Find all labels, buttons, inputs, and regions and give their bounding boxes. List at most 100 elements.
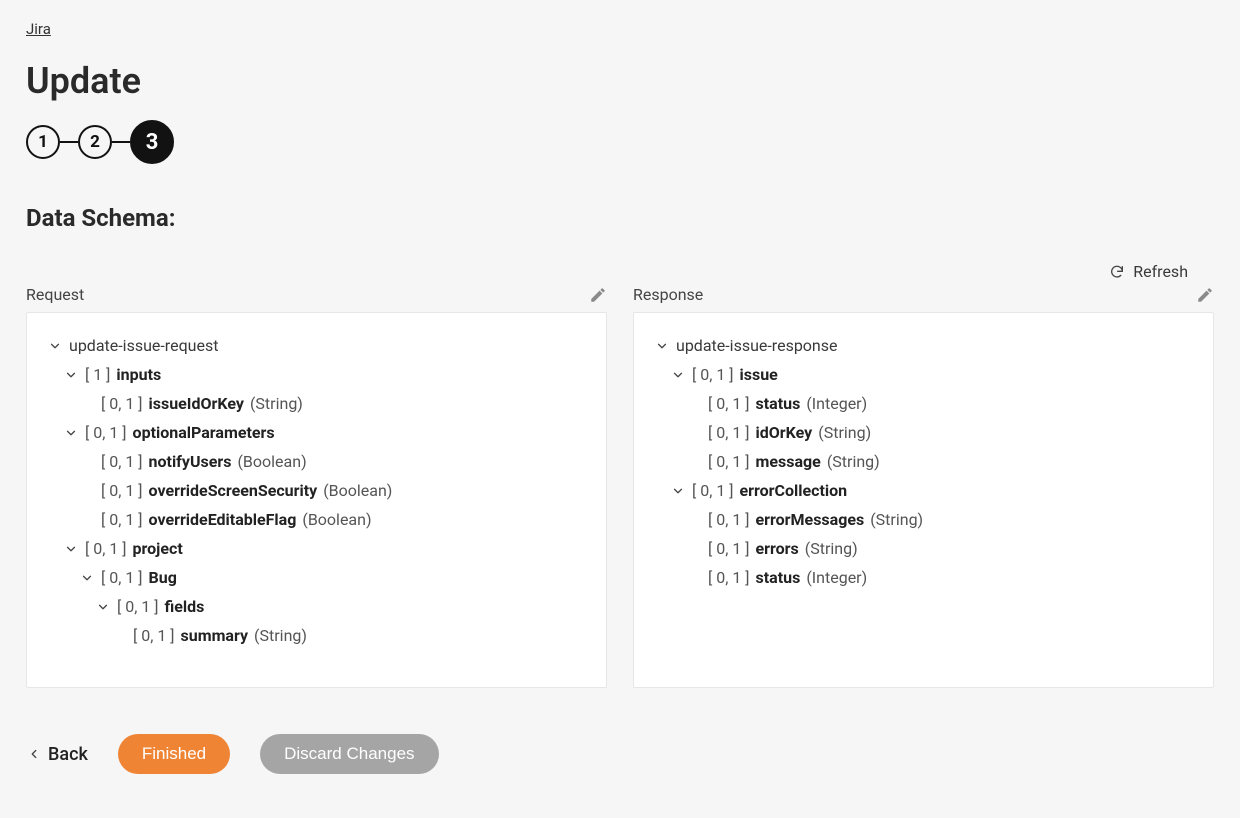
stepper: 1 2 3 <box>26 120 1214 164</box>
tree-node-type: (Boolean) <box>237 452 306 471</box>
tree-node-message[interactable]: [ 0, 1 ] message (String) <box>654 447 1193 476</box>
refresh-label: Refresh <box>1133 262 1188 281</box>
tree-node-idOrKey[interactable]: [ 0, 1 ] idOrKey (String) <box>654 418 1193 447</box>
response-title: Response <box>633 285 703 304</box>
tree-node-notifyUsers[interactable]: [ 0, 1 ] notifyUsers (Boolean) <box>47 447 586 476</box>
tree-node-cardinality: [ 0, 1 ] <box>101 452 143 471</box>
pencil-icon <box>589 286 607 304</box>
tree-node-optionalParameters[interactable]: [ 0, 1 ] optionalParameters <box>47 418 586 447</box>
tree-node-name: message <box>756 452 821 471</box>
section-title: Data Schema: <box>26 204 1214 232</box>
request-panel: update-issue-request [ 1 ] inputs [ 0, 1… <box>26 312 607 688</box>
tree-node-errors[interactable]: [ 0, 1 ] errors (String) <box>654 534 1193 563</box>
chevron-down-icon <box>654 338 670 354</box>
tree-node-errorCollection[interactable]: [ 0, 1 ] errorCollection <box>654 476 1193 505</box>
tree-node-name: notifyUsers <box>149 452 232 471</box>
tree-node-cardinality: [ 0, 1 ] <box>101 568 143 587</box>
tree-node-name: summary <box>181 626 249 645</box>
step-2[interactable]: 2 <box>78 125 112 159</box>
tree-node-type: (Integer) <box>806 568 867 587</box>
tree-node-cardinality: [ 0, 1 ] <box>101 481 143 500</box>
step-connector <box>60 141 78 143</box>
response-panel: update-issue-response [ 0, 1 ] issue [ 0… <box>633 312 1214 688</box>
tree-node-name: inputs <box>116 365 161 384</box>
tree-node-ec-status[interactable]: [ 0, 1 ] status (Integer) <box>654 563 1193 592</box>
tree-node-errorMessages[interactable]: [ 0, 1 ] errorMessages (String) <box>654 505 1193 534</box>
tree-node-name: status <box>756 394 801 413</box>
tree-node-name: errorCollection <box>740 481 848 500</box>
tree-node-type: (Integer) <box>806 394 867 413</box>
tree-node-issue[interactable]: [ 0, 1 ] issue <box>654 360 1193 389</box>
step-1[interactable]: 1 <box>26 125 60 159</box>
tree-node-cardinality: [ 0, 1 ] <box>133 626 175 645</box>
tree-node-root[interactable]: update-issue-request <box>47 331 586 360</box>
tree-node-cardinality: [ 0, 1 ] <box>85 423 127 442</box>
tree-node-name: fields <box>165 597 205 616</box>
tree-node-issueIdOrKey[interactable]: [ 0, 1 ] issueIdOrKey (String) <box>47 389 586 418</box>
tree-node-cardinality: [ 0, 1 ] <box>85 539 127 558</box>
breadcrumb-link-jira[interactable]: Jira <box>26 20 51 38</box>
chevron-left-icon <box>26 746 42 762</box>
tree-node-type: (String) <box>870 510 923 529</box>
chevron-down-icon <box>63 541 79 557</box>
tree-node-cardinality: [ 0, 1 ] <box>708 394 750 413</box>
chevron-down-icon <box>95 599 111 615</box>
tree-node-bug[interactable]: [ 0, 1 ] Bug <box>47 563 586 592</box>
chevron-down-icon <box>670 367 686 383</box>
tree-node-type: (String) <box>818 423 871 442</box>
chevron-down-icon <box>47 338 63 354</box>
tree-node-name: errorMessages <box>756 510 865 529</box>
tree-node-fields[interactable]: [ 0, 1 ] fields <box>47 592 586 621</box>
tree-node-name: idOrKey <box>756 423 813 442</box>
tree-node-cardinality: [ 0, 1 ] <box>708 510 750 529</box>
tree-node-type: (String) <box>827 452 880 471</box>
back-label: Back <box>48 744 88 765</box>
tree-node-cardinality: [ 0, 1 ] <box>708 452 750 471</box>
request-title: Request <box>26 285 84 304</box>
tree-node-name: issue <box>740 365 778 384</box>
tree-node-name: optionalParameters <box>133 423 275 442</box>
pencil-icon <box>1196 286 1214 304</box>
request-column: Request update-issue-request [ 1 ] input… <box>26 285 607 688</box>
tree-node-name: overrideEditableFlag <box>149 510 297 529</box>
refresh-button[interactable]: Refresh <box>26 262 1214 281</box>
tree-node-cardinality: [ 0, 1 ] <box>692 481 734 500</box>
page-title: Update <box>26 60 1214 102</box>
tree-node-root[interactable]: update-issue-response <box>654 331 1193 360</box>
tree-node-summary[interactable]: [ 0, 1 ] summary (String) <box>47 621 586 650</box>
tree-node-cardinality: [ 0, 1 ] <box>708 539 750 558</box>
tree-node-status[interactable]: [ 0, 1 ] status (Integer) <box>654 389 1193 418</box>
tree-node-cardinality: [ 0, 1 ] <box>117 597 159 616</box>
discard-changes-button[interactable]: Discard Changes <box>260 734 438 774</box>
tree-node-overrideScreenSecurity[interactable]: [ 0, 1 ] overrideScreenSecurity (Boolean… <box>47 476 586 505</box>
breadcrumb: Jira <box>26 20 1214 38</box>
tree-node-type: (String) <box>254 626 307 645</box>
tree-node-cardinality: [ 0, 1 ] <box>708 423 750 442</box>
refresh-icon <box>1109 264 1125 280</box>
tree-node-type: (Boolean) <box>323 481 392 500</box>
tree-node-cardinality: [ 0, 1 ] <box>101 394 143 413</box>
edit-request-button[interactable] <box>589 286 607 304</box>
step-3[interactable]: 3 <box>130 120 174 164</box>
finished-button[interactable]: Finished <box>118 734 230 774</box>
tree-node-inputs[interactable]: [ 1 ] inputs <box>47 360 586 389</box>
tree-node-name: issueIdOrKey <box>149 394 244 413</box>
tree-node-type: (String) <box>250 394 303 413</box>
tree-node-name: project <box>133 539 183 558</box>
tree-node-type: (String) <box>805 539 858 558</box>
edit-response-button[interactable] <box>1196 286 1214 304</box>
tree-node-cardinality: [ 0, 1 ] <box>708 568 750 587</box>
tree-node-name: status <box>756 568 801 587</box>
tree-node-overrideEditableFlag[interactable]: [ 0, 1 ] overrideEditableFlag (Boolean) <box>47 505 586 534</box>
chevron-down-icon <box>63 425 79 441</box>
step-connector <box>112 141 130 143</box>
tree-node-project[interactable]: [ 0, 1 ] project <box>47 534 586 563</box>
tree-node-cardinality: [ 1 ] <box>85 365 110 384</box>
tree-node-cardinality: [ 0, 1 ] <box>101 510 143 529</box>
tree-node-name: errors <box>756 539 799 558</box>
chevron-down-icon <box>670 483 686 499</box>
tree-node-label: update-issue-response <box>676 336 838 355</box>
back-button[interactable]: Back <box>26 744 88 765</box>
tree-node-label: update-issue-request <box>69 336 218 355</box>
tree-node-name: overrideScreenSecurity <box>149 481 318 500</box>
